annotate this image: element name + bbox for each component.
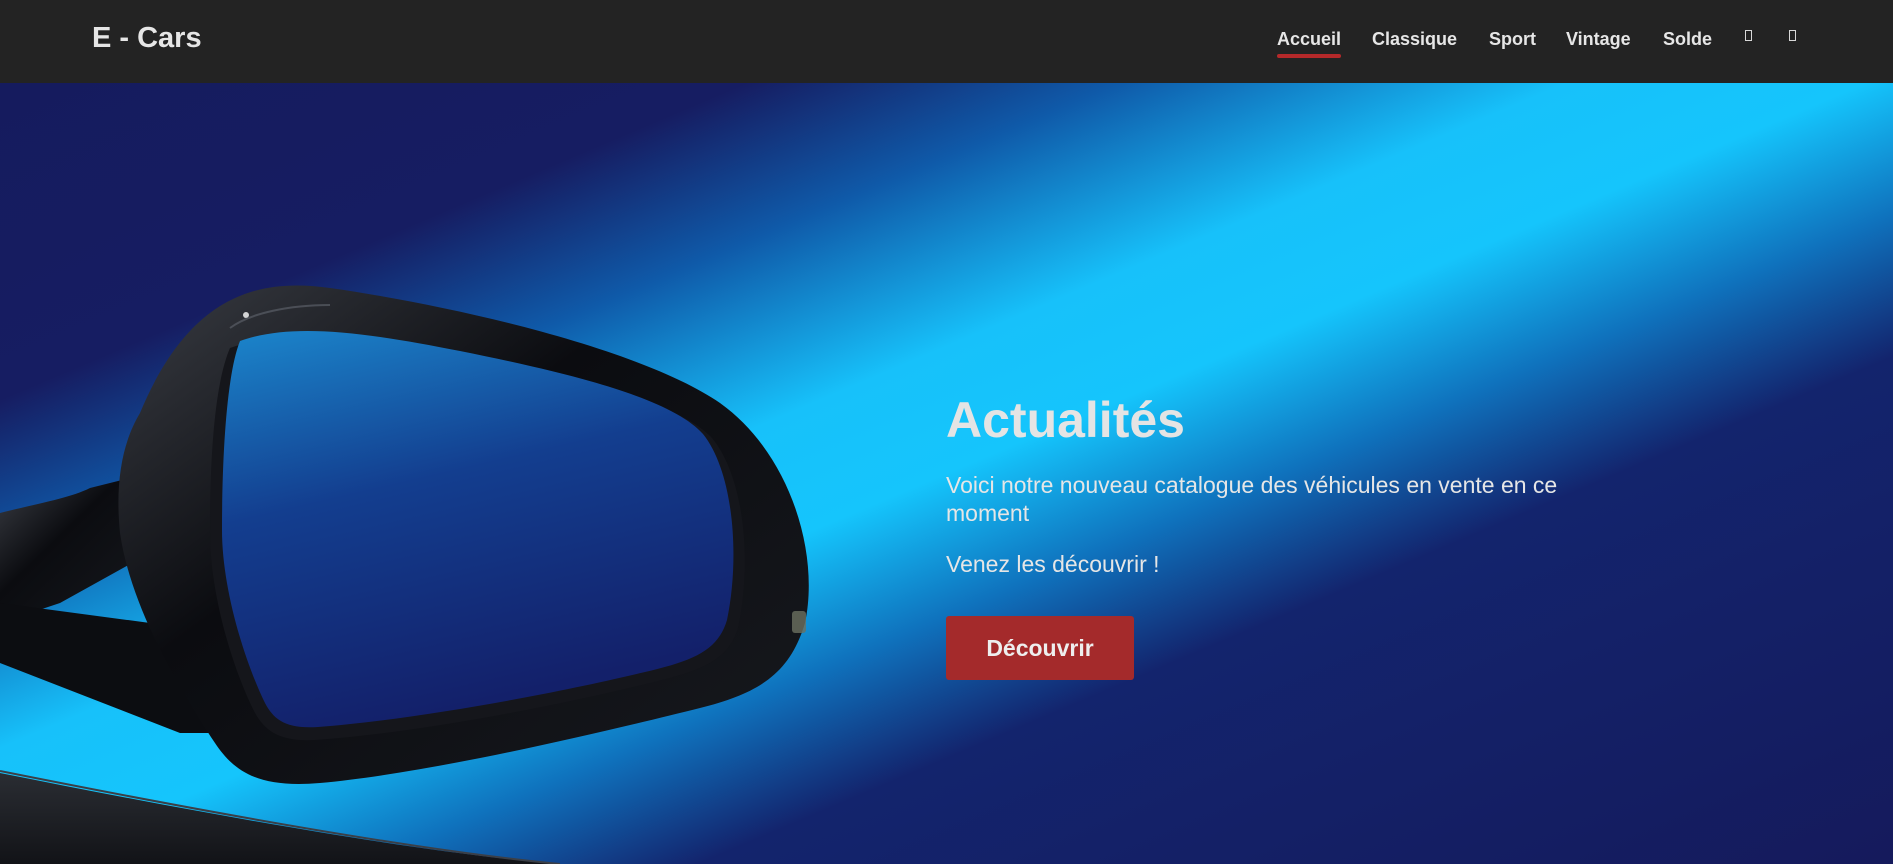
missing-glyph-icon[interactable] [1787, 29, 1799, 43]
hero-description: Voici notre nouveau catalogue des véhicu… [946, 472, 1558, 526]
brand-logo[interactable]: E - Cars [92, 22, 202, 55]
nav-link-classique[interactable]: Classique [1372, 29, 1457, 50]
top-navbar: E - Cars Accueil Classique Sport Vintage… [0, 0, 1893, 83]
nav-link-sport[interactable]: Sport [1489, 29, 1536, 50]
nav-link-accueil[interactable]: Accueil [1277, 29, 1342, 58]
hero-call-to-action-text: Venez les découvrir ! [946, 551, 1160, 577]
missing-glyph-icon[interactable] [1743, 29, 1755, 43]
nav-link-vintage[interactable]: Vintage [1566, 29, 1631, 50]
hero-title: Actualités [946, 392, 1185, 448]
hero-banner: Actualités Voici notre nouveau catalogue… [0, 83, 1893, 864]
discover-button[interactable]: Découvrir [946, 616, 1134, 680]
nav-link-solde[interactable]: Solde [1663, 29, 1712, 50]
